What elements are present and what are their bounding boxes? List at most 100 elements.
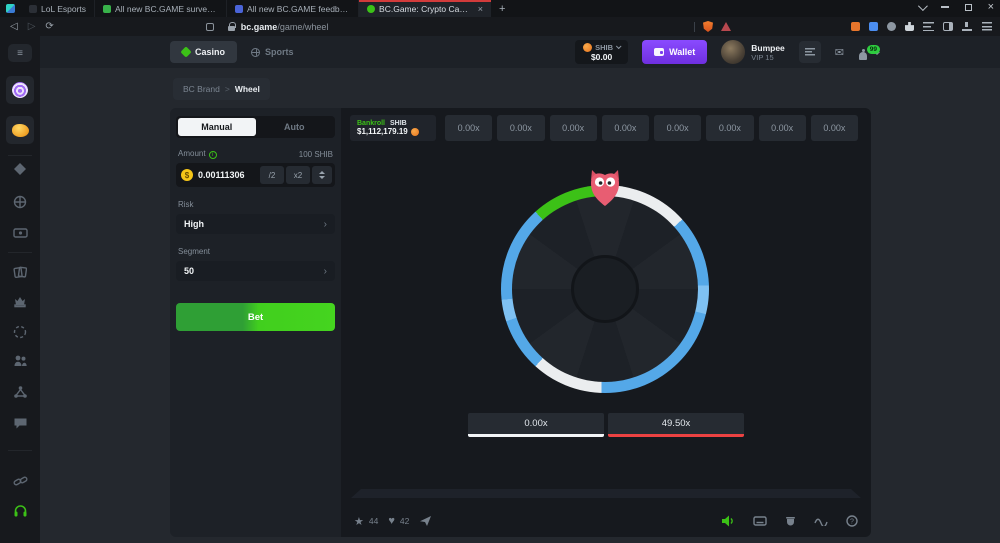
rail-item-friends[interactable]	[0, 354, 40, 367]
nav-casino[interactable]: Casino	[170, 41, 237, 63]
window-restore-button[interactable]	[965, 4, 972, 11]
rail-item-affiliate[interactable]	[0, 385, 40, 399]
nav-label: Sports	[265, 47, 294, 57]
multiplier-chip[interactable]: 0.00x	[550, 115, 597, 141]
favorite-star-icon[interactable]: ★	[354, 515, 364, 528]
rail-item-vip[interactable]	[0, 295, 40, 308]
sound-on-icon[interactable]	[721, 515, 735, 527]
extension-icon[interactable]	[869, 22, 878, 31]
segment-select[interactable]: 50 ›	[176, 261, 335, 281]
browser-tab[interactable]: LoL Esports	[21, 0, 95, 17]
rail-item-cards[interactable]	[0, 265, 40, 279]
basketball-icon	[251, 48, 260, 57]
multiplier-chip[interactable]: 0.00x	[445, 115, 492, 141]
amount-input[interactable]: $ 0.00111306 /2 x2	[176, 163, 335, 187]
multiplier-chip[interactable]: 0.00x	[759, 115, 806, 141]
browser-tab[interactable]: All new BC.GAME feedback	[227, 0, 359, 17]
extension-icon[interactable]	[851, 22, 860, 31]
favicon-bcgame	[367, 5, 375, 13]
window-close-button[interactable]: ×	[988, 2, 994, 12]
tab-auto[interactable]: Auto	[256, 118, 334, 136]
wallet-button[interactable]: Wallet	[642, 40, 707, 64]
rail-item-sports[interactable]	[0, 195, 40, 209]
browser-tab-active[interactable]: BC.Game: Crypto Casino Games & ×	[359, 0, 491, 17]
headset-icon	[13, 504, 28, 518]
fairness-seed-icon[interactable]	[785, 515, 796, 527]
split-view-icon[interactable]	[943, 22, 953, 31]
extensions-puzzle-icon[interactable]	[905, 22, 914, 31]
reload-button[interactable]: ⟳	[45, 21, 53, 32]
info-icon[interactable]: i	[209, 151, 217, 159]
multiplier-chip[interactable]: 0.00x	[706, 115, 753, 141]
new-tab-button[interactable]: +	[491, 3, 513, 15]
rail-item-bonus[interactable]	[0, 325, 40, 339]
leaderboard-button[interactable]	[799, 41, 821, 63]
messages-button[interactable]: ✉	[835, 46, 844, 59]
rank-icon	[805, 48, 815, 56]
breadcrumb-section[interactable]: BC Brand	[183, 84, 220, 94]
workspace-icon[interactable]	[6, 4, 15, 13]
amount-stepper[interactable]	[312, 166, 332, 184]
browser-tab[interactable]: All new BC.GAME survey & feedback	[95, 0, 227, 17]
tab-manual[interactable]: Manual	[178, 118, 256, 136]
browser-menu-icon[interactable]	[982, 22, 992, 31]
result-chip[interactable]: 0.00x	[468, 413, 604, 437]
mode-tabs: Manual Auto	[176, 116, 335, 138]
user-profile[interactable]: Bumpee VIP 15	[721, 40, 785, 64]
step-up-icon[interactable]	[319, 171, 325, 174]
chevron-right-icon: ›	[324, 266, 327, 277]
risk-select[interactable]: High ›	[176, 214, 335, 234]
favicon-feedback	[235, 5, 243, 13]
result-chip[interactable]: 49.50x	[608, 413, 744, 437]
window-minimize-button[interactable]	[941, 6, 949, 8]
tab-close-icon[interactable]: ×	[478, 4, 483, 14]
promo-target-icon[interactable]	[6, 76, 34, 104]
side-panel-icon[interactable]	[206, 23, 214, 31]
share-icon[interactable]	[419, 515, 432, 527]
back-button[interactable]: ◁	[10, 21, 18, 32]
rail-item-links[interactable]	[0, 474, 40, 488]
lock-icon[interactable]	[228, 22, 235, 31]
multiplier-chip[interactable]: 0.00x	[811, 115, 858, 141]
bankroll-currency: SHIB	[390, 120, 407, 127]
wheel-stage-base	[351, 489, 861, 498]
rail-item-forum[interactable]	[0, 417, 40, 430]
amount-value[interactable]: 0.00111306	[198, 170, 258, 180]
like-heart-icon[interactable]: ♥	[388, 515, 395, 527]
live-stats-icon[interactable]	[814, 516, 828, 526]
cards-icon	[13, 265, 27, 279]
multiplier-chip[interactable]: 0.00x	[602, 115, 649, 141]
multiplier-chip[interactable]: 0.00x	[497, 115, 544, 141]
tab-title: All new BC.GAME feedback	[247, 4, 350, 14]
nav-sports[interactable]: Sports	[251, 47, 294, 57]
chat-bubble-icon	[13, 417, 28, 430]
help-icon[interactable]: ?	[846, 515, 858, 527]
hotkeys-icon[interactable]	[753, 516, 767, 526]
double-amount-button[interactable]: x2	[286, 166, 310, 184]
window-dropdown-icon[interactable]	[918, 1, 928, 11]
warning-triangle-icon[interactable]	[721, 22, 731, 31]
rail-item-support[interactable]	[0, 504, 40, 518]
extension-icon[interactable]	[887, 22, 896, 31]
address-bar[interactable]: bc.game/game/wheel	[241, 22, 329, 32]
rail-item-casino[interactable]	[0, 162, 40, 176]
half-amount-button[interactable]: /2	[260, 166, 284, 184]
rewards-coins-icon[interactable]	[6, 116, 34, 144]
adblock-shield-icon[interactable]	[703, 21, 713, 32]
user-name: Bumpee	[751, 43, 785, 53]
result-bars: 0.00x 49.50x	[468, 413, 744, 437]
bankroll-box: Bankroll SHIB $1,112,179.19	[350, 115, 436, 141]
currency-selector[interactable]: SHIB $0.00	[575, 40, 628, 64]
amount-label: Amounti	[178, 149, 217, 159]
multiplier-chip[interactable]: 0.00x	[654, 115, 701, 141]
forward-button[interactable]: ▷	[28, 21, 36, 32]
reading-list-icon[interactable]	[923, 22, 934, 31]
sidebar-menu-button[interactable]: ≡	[8, 44, 32, 62]
rail-item-cash[interactable]	[0, 227, 40, 239]
bet-button[interactable]: Bet	[176, 303, 335, 331]
notification-badge: 99	[867, 45, 880, 54]
step-down-icon[interactable]	[319, 176, 325, 179]
casino-diamond-icon	[13, 162, 27, 176]
avatar[interactable]	[721, 40, 745, 64]
downloads-icon[interactable]	[962, 22, 972, 31]
